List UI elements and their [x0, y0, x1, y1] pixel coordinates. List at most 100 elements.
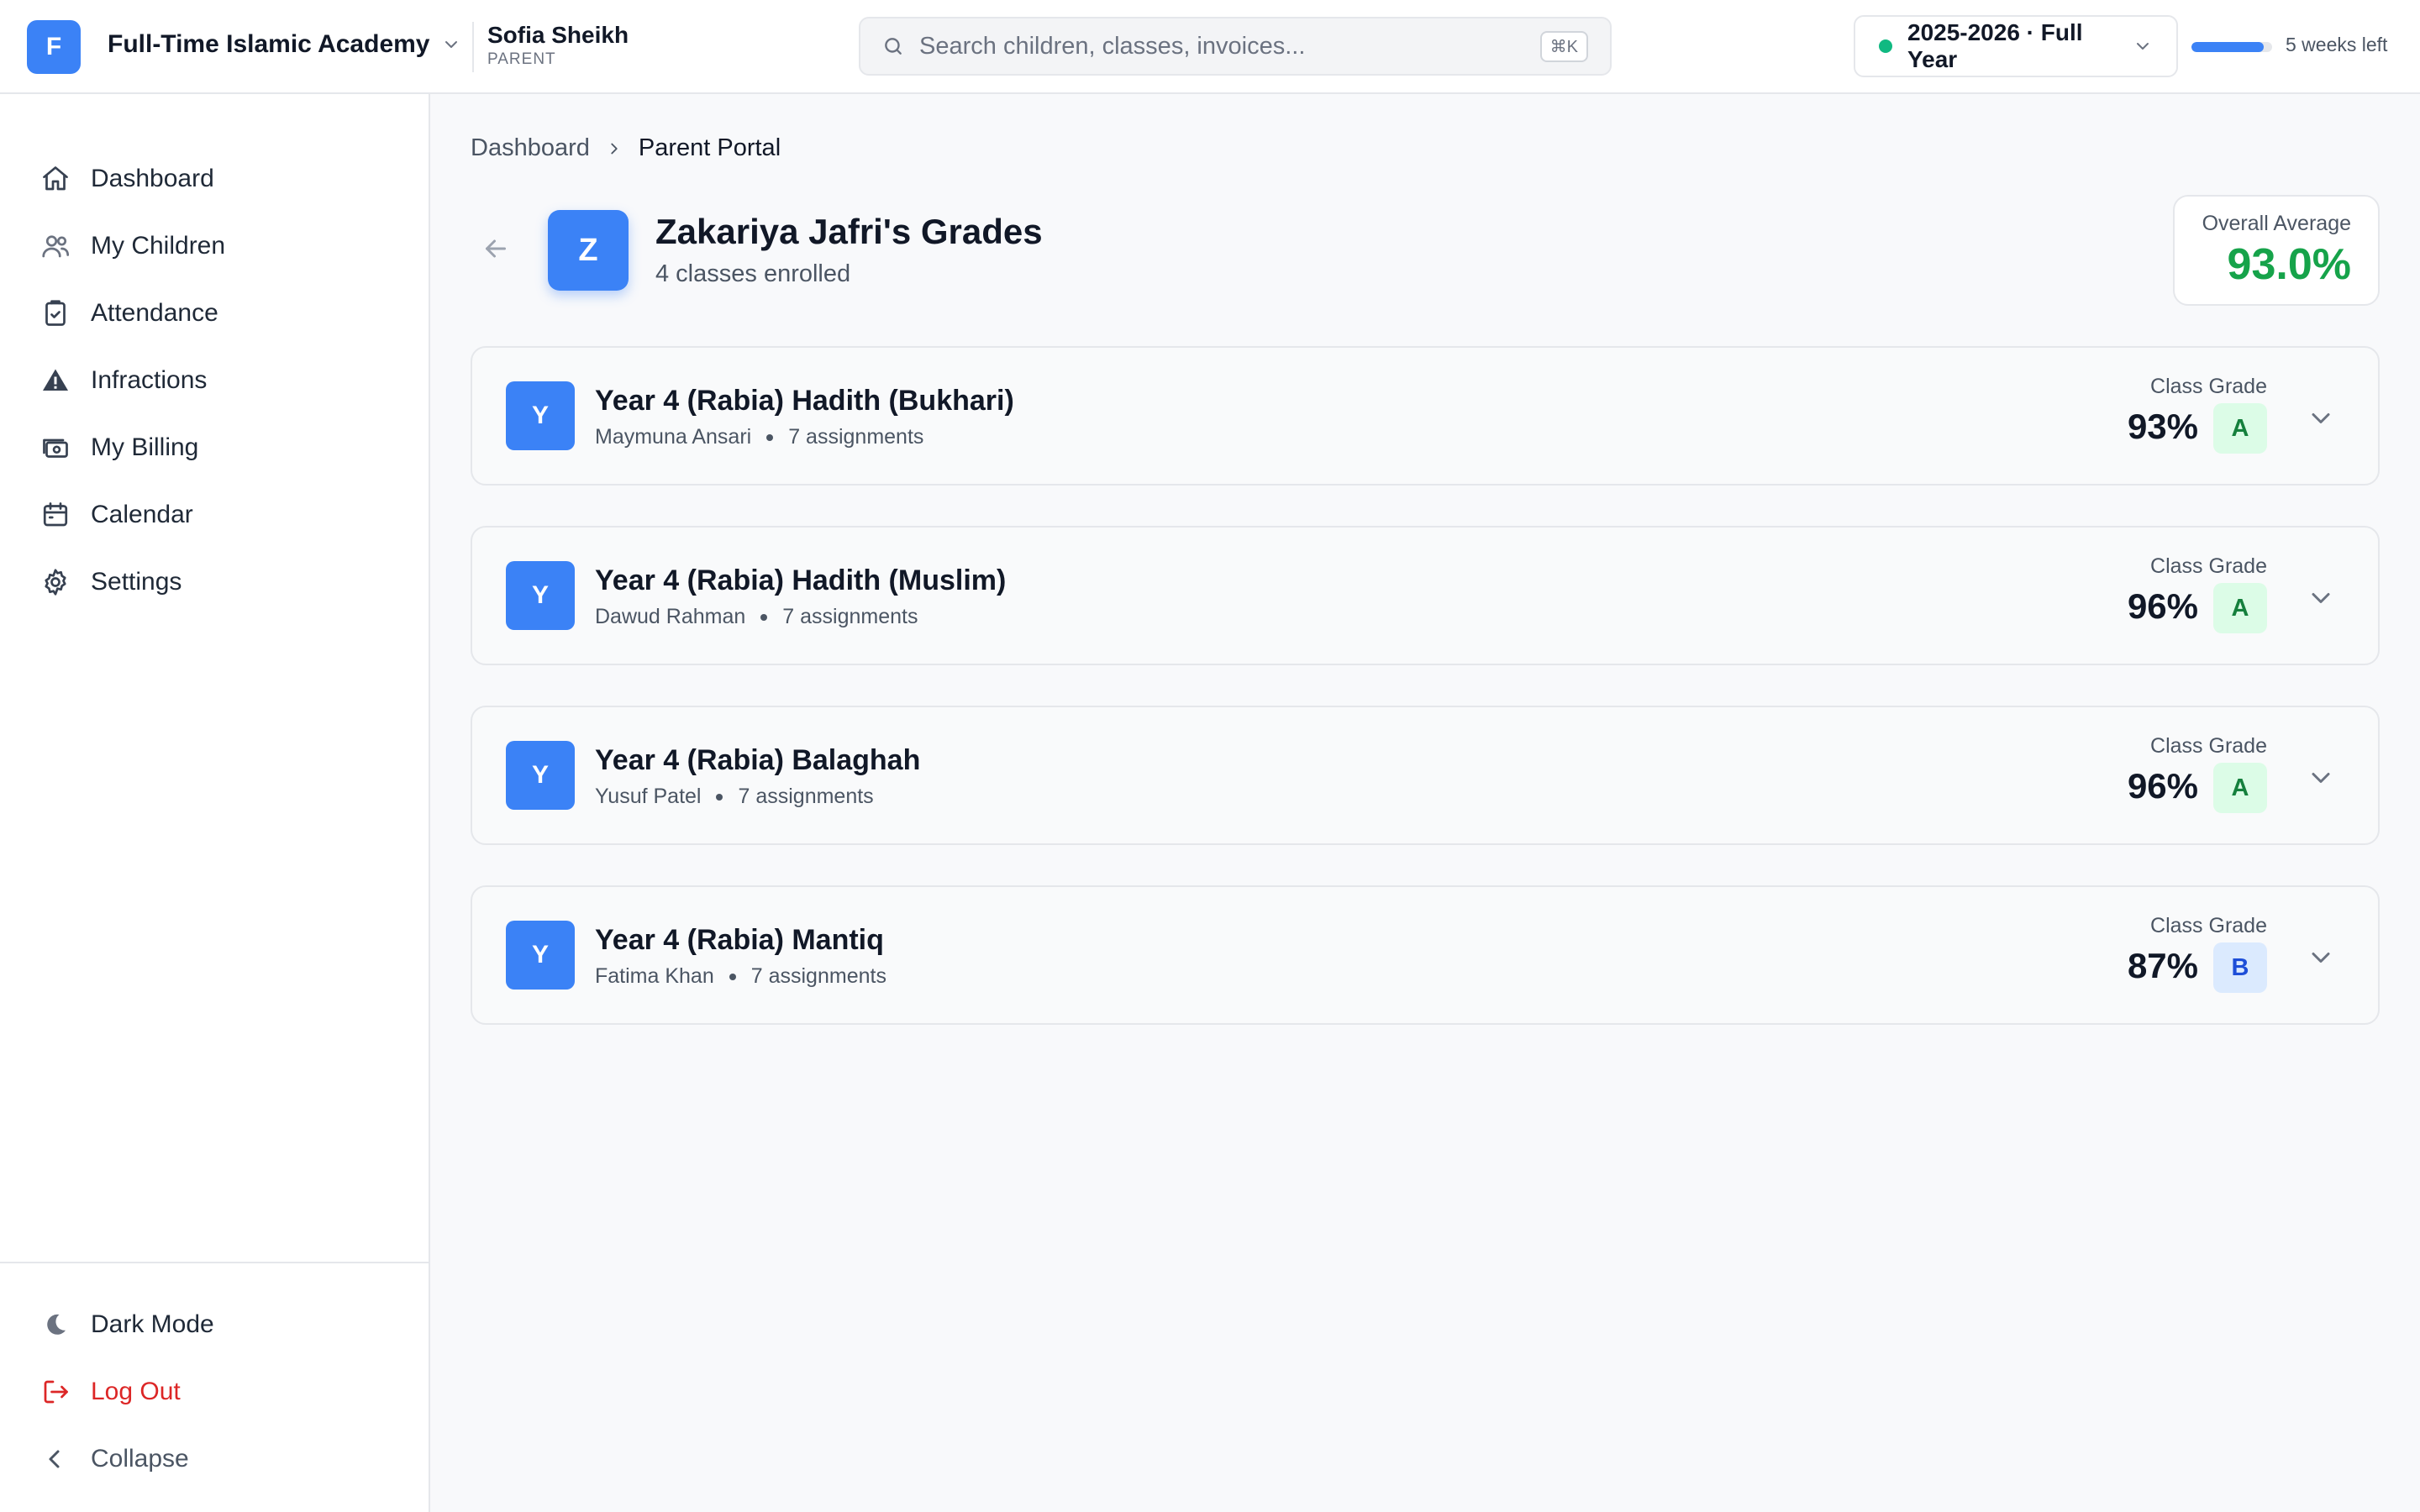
- class-grade-letter-badge: A: [2213, 763, 2267, 813]
- dark-mode-toggle[interactable]: Dark Mode: [27, 1295, 405, 1354]
- class-card-mantiq[interactable]: Y Year 4 (Rabia) Mantiq Fatima Khan 7 as…: [471, 885, 2380, 1025]
- class-assignment-count: 7 assignments: [782, 605, 918, 628]
- overall-average-label: Overall Average: [2202, 212, 2351, 235]
- search-icon: [885, 38, 902, 55]
- user-name: Sofia Sheikh: [487, 22, 629, 48]
- home-icon: [43, 166, 68, 191]
- sidebar-item-infractions[interactable]: Infractions: [27, 351, 405, 410]
- class-grade-percent: 93%: [2127, 407, 2198, 446]
- school-year-select[interactable]: 2025-2026 · Full Year: [1854, 15, 2178, 77]
- sidebar-item-label: Settings: [91, 568, 182, 596]
- page-title: Zakariya Jafri's Grades: [655, 212, 1043, 251]
- meta-separator: [766, 433, 774, 441]
- overall-average-value: 93.0%: [2227, 240, 2351, 289]
- chevron-left-icon: [49, 1450, 60, 1468]
- class-teacher: Yusuf Patel: [595, 785, 702, 808]
- gear-icon: [45, 569, 66, 596]
- class-icon: Y: [506, 921, 575, 990]
- meta-separator: [729, 973, 736, 980]
- year-progress-bar: [2191, 42, 2272, 52]
- chevron-down-icon[interactable]: [2306, 763, 2336, 793]
- class-grade-percent: 87%: [2127, 946, 2198, 985]
- warning-icon: [43, 369, 68, 391]
- search-bar[interactable]: ⌘K: [859, 17, 1612, 76]
- user-role: PARENT: [487, 50, 556, 68]
- org-switcher[interactable]: Full-Time Islamic Academy: [108, 30, 461, 59]
- sidebar-item-dashboard[interactable]: Dashboard: [27, 150, 405, 208]
- sidebar-item-label: My Billing: [91, 433, 199, 461]
- sidebar-item-label: Calendar: [91, 501, 193, 528]
- year-progress-fill: [2191, 42, 2265, 52]
- page-subtitle: 4 classes enrolled: [655, 260, 851, 287]
- class-grade-label: Class Grade: [2150, 734, 2267, 758]
- collapse-sidebar-button[interactable]: Collapse: [27, 1430, 405, 1488]
- class-name: Year 4 (Rabia) Hadith (Muslim): [595, 564, 1007, 596]
- class-name: Year 4 (Rabia) Hadith (Bukhari): [595, 385, 1014, 417]
- sidebar-item-calendar[interactable]: Calendar: [27, 486, 405, 544]
- billing-icon: [43, 438, 68, 458]
- class-icon: Y: [506, 381, 575, 450]
- class-card-hadith-muslim[interactable]: Y Year 4 (Rabia) Hadith (Muslim) Dawud R…: [471, 526, 2380, 665]
- class-grade-label: Class Grade: [2150, 554, 2267, 578]
- logout-button[interactable]: Log Out: [27, 1362, 405, 1421]
- sidebar-item-label: Dashboard: [91, 165, 214, 192]
- school-year-label: 2025-2026 · Full Year: [1907, 19, 2083, 72]
- moon-icon: [47, 1314, 66, 1335]
- arrow-left-icon: [486, 239, 506, 258]
- class-grade-percent: 96%: [2127, 766, 2198, 806]
- logout-label: Log Out: [91, 1378, 181, 1405]
- chevron-down-icon: [445, 41, 458, 48]
- chevron-down-icon[interactable]: [2306, 583, 2336, 613]
- chevron-down-icon[interactable]: [2306, 942, 2336, 973]
- search-input[interactable]: [919, 32, 1540, 60]
- users-icon: [42, 235, 70, 258]
- class-assignment-count: 7 assignments: [750, 964, 886, 988]
- logout-icon: [44, 1380, 68, 1404]
- class-assignment-count: 7 assignments: [738, 785, 874, 808]
- class-assignment-count: 7 assignments: [788, 425, 924, 449]
- sidebar-item-my-billing[interactable]: My Billing: [27, 418, 405, 477]
- class-teacher: Dawud Rahman: [595, 605, 746, 628]
- chevron-down-icon[interactable]: [2306, 403, 2336, 433]
- class-grade-label: Class Grade: [2150, 375, 2267, 398]
- collapse-label: Collapse: [91, 1445, 189, 1473]
- sidebar-item-label: My Children: [91, 232, 226, 260]
- class-icon: Y: [506, 741, 575, 810]
- overall-average-card: Overall Average 93.0%: [2173, 195, 2380, 306]
- active-status-dot: [1879, 39, 1892, 53]
- calendar-icon: [43, 502, 68, 527]
- class-icon: Y: [506, 561, 575, 630]
- top-header: F Full-Time Islamic Academy Sofia Sheikh…: [0, 0, 2420, 94]
- class-card-hadith-bukhari[interactable]: Y Year 4 (Rabia) Hadith (Bukhari) Maymun…: [471, 346, 2380, 486]
- class-grade-label: Class Grade: [2150, 914, 2267, 937]
- weeks-left-label: 5 weeks left: [2286, 34, 2388, 55]
- breadcrumb-dashboard-link[interactable]: Dashboard: [471, 134, 590, 162]
- sidebar: Dashboard My Children Attendance Infract…: [0, 94, 430, 1512]
- breadcrumb-current: Parent Portal: [638, 134, 781, 161]
- back-button[interactable]: [477, 230, 514, 267]
- header-divider: [472, 22, 474, 72]
- sidebar-item-settings[interactable]: Settings: [27, 553, 405, 612]
- sidebar-footer: Dark Mode Log Out Collapse: [0, 1262, 429, 1512]
- sidebar-item-attendance[interactable]: Attendance: [27, 284, 405, 343]
- class-meta: Maymuna Ansari 7 assignments: [595, 425, 923, 449]
- class-card-balaghah[interactable]: Y Year 4 (Rabia) Balaghah Yusuf Patel 7 …: [471, 706, 2380, 845]
- class-grade-percent: 96%: [2127, 586, 2198, 626]
- class-meta: Yusuf Patel 7 assignments: [595, 785, 874, 809]
- clipboard-check-icon: [45, 300, 66, 326]
- org-logo[interactable]: F: [27, 20, 81, 74]
- class-teacher: Fatima Khan: [595, 964, 714, 988]
- class-name: Year 4 (Rabia) Balaghah: [595, 744, 921, 776]
- breadcrumb: Dashboard Parent Portal: [471, 134, 781, 162]
- sidebar-item-label: Attendance: [91, 299, 218, 327]
- meta-separator: [716, 793, 723, 801]
- meta-separator: [760, 613, 768, 621]
- sidebar-item-my-children[interactable]: My Children: [27, 217, 405, 276]
- chevron-down-icon: [2137, 43, 2149, 50]
- class-grade-letter-badge: A: [2213, 403, 2267, 454]
- chevron-right-icon: [611, 143, 618, 154]
- dark-mode-label: Dark Mode: [91, 1310, 214, 1338]
- class-grade-letter-badge: A: [2213, 583, 2267, 633]
- search-shortcut-badge: ⌘K: [1539, 30, 1588, 62]
- class-meta: Fatima Khan 7 assignments: [595, 964, 886, 989]
